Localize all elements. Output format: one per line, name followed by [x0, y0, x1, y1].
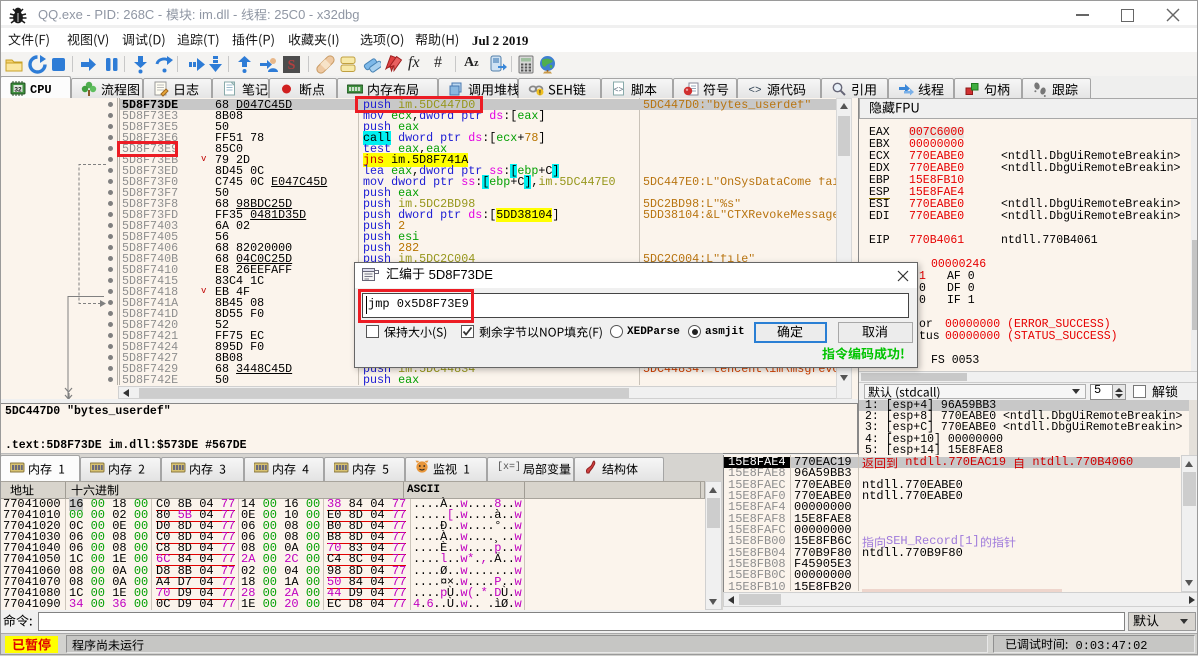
- svg-text:S: S: [288, 58, 296, 73]
- svg-text:!: !: [539, 90, 541, 97]
- svg-text:<>: <>: [614, 86, 624, 95]
- svg-text:<>: <>: [748, 85, 761, 97]
- svg-text:32: 32: [14, 87, 22, 94]
